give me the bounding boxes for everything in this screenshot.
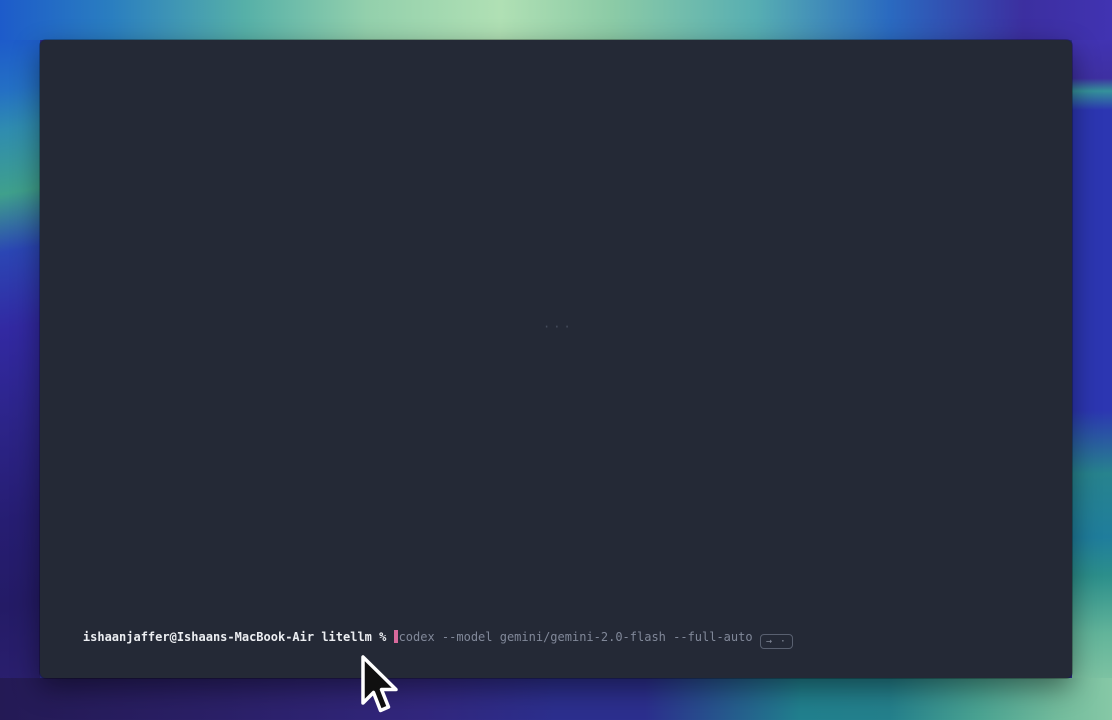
accept-suggestion-badge: → · (760, 634, 793, 649)
wallpaper-strip-right (1072, 40, 1112, 678)
terminal-output-ellipsis: ··· (543, 320, 574, 334)
text-cursor (394, 630, 398, 643)
prompt-directory: litellm (321, 630, 379, 644)
terminal-prompt-line[interactable]: ishaanjaffer@Ishaans-MacBook-Air litellm… (54, 613, 1062, 665)
command-suggestion: codex --model gemini/gemini-2.0-flash --… (399, 630, 760, 644)
wallpaper-strip-top (0, 0, 1112, 40)
terminal-window[interactable]: ··· ishaanjaffer@Ishaans-MacBook-Air lit… (40, 40, 1072, 678)
wallpaper-strip-bottom (0, 678, 1112, 720)
prompt-symbol: % (379, 630, 393, 644)
prompt-user-host: ishaanjaffer@Ishaans-MacBook-Air (83, 630, 321, 644)
wallpaper-strip-left (0, 40, 40, 678)
